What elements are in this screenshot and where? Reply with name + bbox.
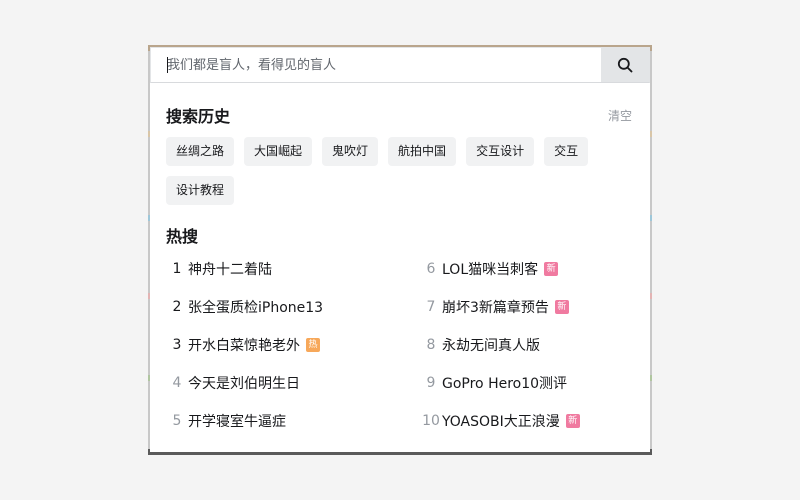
history-tag[interactable]: 交互 [544, 137, 589, 166]
history-tag-list: 丝绸之路 大国崛起 鬼吹灯 航拍中国 交互设计 交互设计教程 [166, 137, 636, 205]
history-tag[interactable]: 鬼吹灯 [322, 137, 379, 166]
search-history-title: 搜索历史 [166, 107, 231, 126]
trending-text: 永劫无间真人版 [442, 338, 540, 354]
new-badge: 新 [544, 262, 559, 276]
search-icon [617, 57, 633, 73]
trending-item[interactable]: 2 张全蛋质检iPhone13 [166, 288, 420, 326]
trending-text: GoPro Hero10测评 [442, 376, 568, 392]
trending-list: 1 神舟十二着陆 6 LOL猫咪当刺客新 2 张全蛋质检iPhone13 7 崩坏3新篇章预告… [166, 250, 636, 440]
history-tag[interactable]: 大国崛起 [244, 137, 313, 166]
trending-text: 开水白菜惊艳老外 [188, 338, 300, 354]
hot-badge: 热 [306, 338, 320, 352]
trending-rank: 2 [172, 299, 182, 315]
trending-text: LOL猫咪当刺客 [442, 262, 539, 278]
history-tag[interactable]: 丝绸之路 [166, 137, 235, 166]
trending-rank: 10 [422, 413, 440, 429]
trending-item[interactable]: 9 GoPro Hero10测评 [420, 364, 636, 402]
trending-rank: 5 [172, 413, 182, 429]
trending-rank: 4 [172, 375, 182, 391]
trending-item[interactable]: 1 神舟十二着陆 [166, 250, 420, 288]
trending-item[interactable]: 5 开学寝室牛逼症 [166, 402, 420, 440]
trending-rank: 6 [426, 261, 436, 277]
history-tag[interactable]: 交互设计 [466, 137, 535, 166]
trending-item[interactable]: 10 YOASOBI大正浪漫新 [420, 402, 636, 440]
trending-rank: 8 [426, 337, 436, 353]
search-button[interactable] [601, 48, 649, 82]
trending-rank: 1 [172, 261, 182, 277]
trending-text: YOASOBI大正浪漫 [442, 414, 560, 430]
search-dropdown-panel: 搜索历史 清空 丝绸之路大国崛起鬼吹灯航拍中国交互设计交互设计教程 热搜 1 神舟… [150, 47, 650, 452]
trending-item[interactable]: 8 永劫无间真人版 [420, 326, 636, 364]
new-badge: 新 [565, 414, 580, 428]
search-bar [150, 47, 650, 83]
trending-text: 开学寝室牛逼症 [188, 414, 286, 430]
trending-rank: 9 [426, 375, 436, 391]
trending-title: 热搜 [166, 227, 199, 246]
search-input[interactable] [151, 48, 603, 82]
trending-item[interactable]: 6 LOL猫咪当刺客新 [420, 250, 636, 288]
trending-text: 神舟十二着陆 [188, 262, 272, 278]
trending-item[interactable]: 3 开水白菜惊艳老外热 [166, 326, 420, 364]
trending-rank: 7 [426, 299, 436, 315]
trending-text: 今天是刘伯明生日 [188, 376, 300, 392]
trending-text: 崩坏3新篇章预告 [442, 300, 549, 316]
trending-text: 张全蛋质检iPhone13 [188, 300, 324, 316]
history-tag[interactable]: 航拍中国 [388, 137, 457, 166]
new-badge: 新 [554, 300, 569, 314]
history-tag[interactable]: 设计教程 [166, 176, 235, 205]
clear-history-button[interactable]: 清空 [608, 107, 632, 124]
trending-item[interactable]: 4 今天是刘伯明生日 [166, 364, 420, 402]
trending-rank: 3 [172, 337, 182, 353]
text-cursor [167, 57, 168, 73]
trending-item[interactable]: 7 崩坏3新篇章预告新 [420, 288, 636, 326]
